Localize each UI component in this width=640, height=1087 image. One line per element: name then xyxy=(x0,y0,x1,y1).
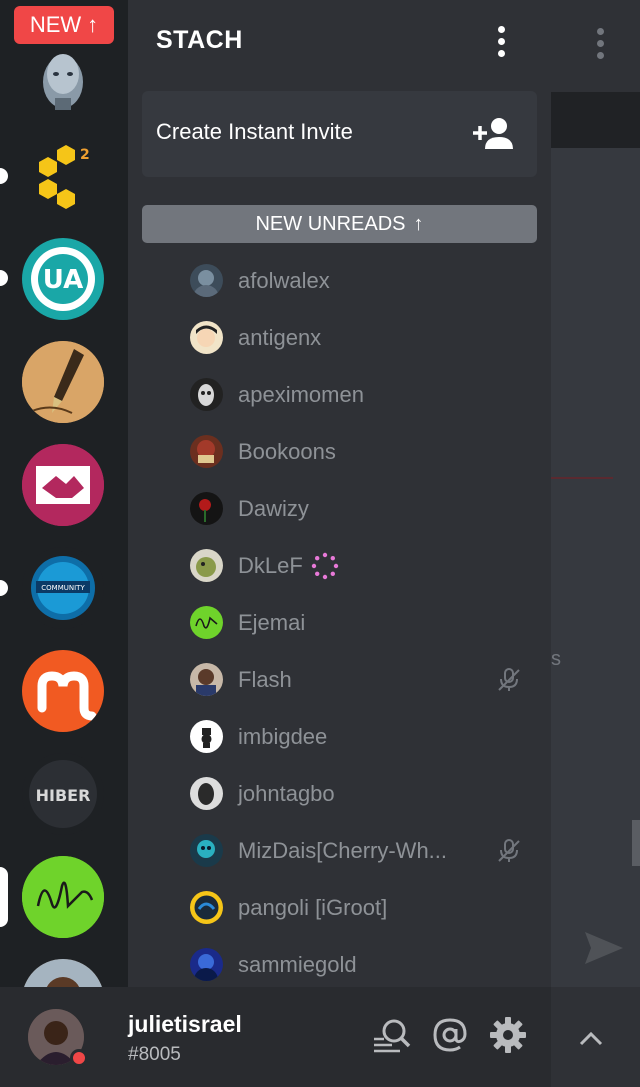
new-unreads-bar[interactable]: NEW UNREADS ↑ xyxy=(142,205,537,243)
member-avatar xyxy=(190,264,223,297)
send-icon[interactable] xyxy=(583,930,625,966)
server-unread-indicator xyxy=(0,270,8,286)
fountain-pen-icon xyxy=(22,341,104,423)
server-icon-person[interactable] xyxy=(22,959,104,987)
server-rail: NEW ↑ 2 UA COMMUNITY HIBER xyxy=(0,0,128,987)
peek-divider xyxy=(551,477,613,479)
member-item[interactable]: Bookoons xyxy=(190,423,530,480)
member-avatar xyxy=(190,606,223,639)
user-footer: julietisrael #8005 xyxy=(0,987,551,1087)
guild-panel: STACH Create Instant Invite NEW UNREADS … xyxy=(128,0,551,987)
member-name: imbigdee xyxy=(238,723,328,749)
member-avatar xyxy=(190,663,223,696)
loading-ring-icon xyxy=(311,552,338,579)
member-avatar xyxy=(190,777,223,810)
member-name: antigenx xyxy=(238,324,322,350)
honeycomb-icon: 2 xyxy=(39,145,90,209)
server-icon-honeycomb[interactable]: 2 xyxy=(22,135,104,217)
status-dnd-indicator xyxy=(70,1049,88,1067)
peek-text-fragment: s xyxy=(551,648,561,670)
member-name: MizDais[Cherry-Wh... xyxy=(238,837,448,863)
member-name: DkLeF xyxy=(238,552,303,578)
invite-label: Create Instant Invite xyxy=(156,119,353,144)
member-item[interactable]: Flash xyxy=(190,651,530,708)
server-icon-ua[interactable]: UA xyxy=(22,238,104,320)
member-item[interactable]: sammiegold xyxy=(190,936,530,993)
member-name: afolwalex xyxy=(238,267,330,293)
community-emblem-icon: COMMUNITY xyxy=(31,556,95,620)
hiber-logo-icon: HIBER xyxy=(29,760,97,828)
user-name: julietisrael xyxy=(128,1011,242,1037)
member-item[interactable]: antigenx xyxy=(190,309,530,366)
svg-text:HIBER: HIBER xyxy=(36,786,91,805)
handshake-icon xyxy=(22,444,104,526)
member-avatar xyxy=(190,948,223,981)
search-icon[interactable] xyxy=(372,1017,412,1053)
peek-scrollbar[interactable] xyxy=(632,820,640,866)
member-avatar xyxy=(190,834,223,867)
person-photo-icon xyxy=(22,959,104,987)
guild-name: STACH xyxy=(156,26,243,54)
member-name: Dawizy xyxy=(238,495,309,521)
arrow-up-icon: ↑ xyxy=(413,212,424,235)
member-item[interactable]: MizDais[Cherry-Wh... xyxy=(190,822,530,879)
server-icon-m[interactable] xyxy=(22,650,104,732)
member-avatar xyxy=(190,492,223,525)
server-icon-hiber[interactable]: HIBER xyxy=(22,753,104,835)
chat-menu-icon[interactable] xyxy=(594,28,606,59)
server-icon-community[interactable]: COMMUNITY xyxy=(22,547,104,629)
m-logo-icon xyxy=(37,671,97,721)
member-avatar xyxy=(190,549,223,582)
ua-logo-icon: UA xyxy=(31,247,95,311)
member-name: johntagbo xyxy=(238,780,335,806)
member-name: sammiegold xyxy=(238,951,357,977)
peek-topic-bar xyxy=(551,92,640,148)
chat-peek[interactable]: s xyxy=(551,0,640,1087)
svg-text:COMMUNITY: COMMUNITY xyxy=(41,584,85,592)
server-icon-signature[interactable] xyxy=(22,856,104,938)
muted-microphone-icon xyxy=(498,839,520,862)
member-item[interactable]: Ejemai xyxy=(190,594,530,651)
muted-microphone-icon xyxy=(498,668,520,691)
member-item[interactable]: imbigdee xyxy=(190,708,530,765)
member-item[interactable]: DkLeF xyxy=(190,537,530,594)
new-unread-servers-badge[interactable]: NEW ↑ xyxy=(14,6,114,44)
server-icon-pen[interactable] xyxy=(22,341,104,423)
new-badge-label: NEW xyxy=(29,12,82,37)
member-name: Bookoons xyxy=(238,438,336,464)
member-avatar xyxy=(190,378,223,411)
member-name: Flash xyxy=(238,666,292,692)
member-avatar xyxy=(190,720,223,753)
create-instant-invite-button[interactable]: Create Instant Invite xyxy=(142,91,537,177)
member-item[interactable]: Dawizy xyxy=(190,480,530,537)
server-selected-indicator xyxy=(0,867,8,927)
member-item[interactable]: afolwalex xyxy=(190,252,530,309)
settings-gear-icon[interactable] xyxy=(489,1016,527,1054)
server-unread-indicator xyxy=(0,580,8,596)
member-item[interactable]: apeximomen xyxy=(190,366,530,423)
add-user-icon xyxy=(473,118,513,149)
member-list: afolwalex antigenx apeximomen Bookoons D… xyxy=(190,252,530,993)
signature-icon xyxy=(22,856,104,938)
member-avatar xyxy=(190,891,223,924)
member-item[interactable]: pangoli [iGroot] xyxy=(190,879,530,936)
member-name: apeximomen xyxy=(238,381,364,407)
member-avatar xyxy=(190,321,223,354)
server-icon-handshake[interactable] xyxy=(22,444,104,526)
new-unreads-label: NEW UNREADS xyxy=(255,212,406,235)
server-unread-indicator xyxy=(0,168,8,184)
svg-text:UA: UA xyxy=(43,265,83,295)
member-item[interactable]: johntagbo xyxy=(190,765,530,822)
user-discriminator: #8005 xyxy=(128,1044,181,1065)
arrow-up-icon: ↑ xyxy=(87,12,99,37)
member-avatar xyxy=(190,435,223,468)
member-name: Ejemai xyxy=(238,609,306,635)
chevron-up-icon[interactable] xyxy=(579,1030,603,1046)
guild-menu-icon[interactable] xyxy=(495,26,507,57)
member-name: pangoli [iGroot] xyxy=(238,894,388,920)
mention-icon[interactable] xyxy=(432,1017,468,1053)
svg-text:2: 2 xyxy=(80,147,90,163)
